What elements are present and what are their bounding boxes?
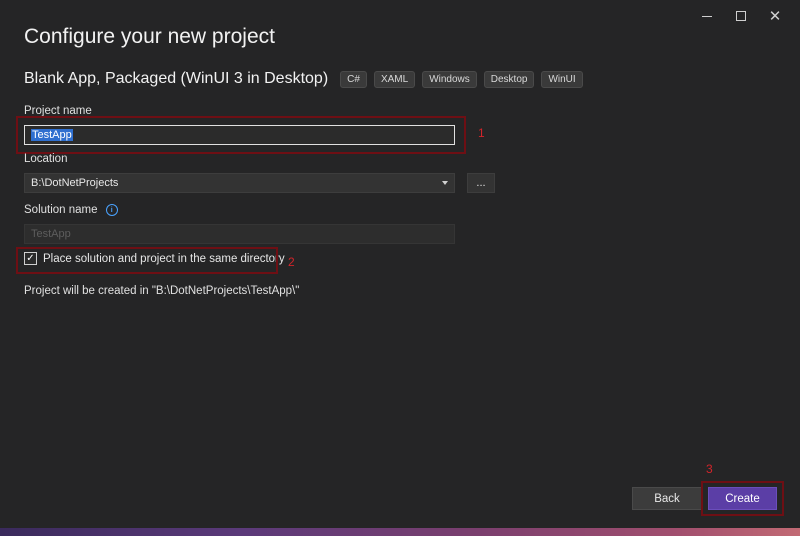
- location-label: Location: [24, 153, 68, 165]
- chevron-down-icon: [442, 181, 448, 185]
- desktop-wallpaper-strip: [0, 528, 800, 536]
- highlight-box-3: [701, 481, 784, 516]
- tag-csharp: C#: [340, 70, 367, 88]
- browse-button[interactable]: ...: [467, 173, 495, 193]
- back-button[interactable]: Back: [632, 487, 702, 510]
- tag-xaml: XAML: [373, 70, 416, 88]
- solution-name-input: TestApp: [24, 224, 455, 244]
- tag-desktop: Desktop: [483, 70, 535, 88]
- minimize-icon[interactable]: [690, 6, 724, 26]
- step-number-3: 3: [706, 462, 713, 476]
- page-title: Configure your new project: [24, 25, 275, 48]
- tag-windows: Windows: [422, 70, 477, 88]
- tag-winui: WinUI: [541, 70, 583, 88]
- solution-name-value: TestApp: [31, 228, 71, 240]
- project-path-note: Project will be created in "B:\DotNetPro…: [24, 285, 300, 297]
- location-dropdown[interactable]: B:\DotNetProjects: [24, 173, 455, 193]
- configure-project-dialog: ✕ Configure your new project Blank App, …: [0, 0, 800, 528]
- step-number-1: 1: [478, 126, 485, 140]
- solution-name-label: Solution name: [24, 204, 98, 217]
- highlight-box-2: [16, 247, 278, 274]
- location-value: B:\DotNetProjects: [31, 177, 119, 189]
- template-header: Blank App, Packaged (WinUI 3 in Desktop)…: [24, 70, 590, 88]
- template-name: Blank App, Packaged (WinUI 3 in Desktop): [24, 70, 329, 87]
- highlight-box-1: [16, 116, 466, 154]
- maximize-icon[interactable]: [724, 6, 758, 26]
- info-icon[interactable]: i: [105, 204, 118, 216]
- solution-name-label-row: Solution name i: [24, 204, 118, 216]
- close-icon[interactable]: ✕: [758, 6, 792, 26]
- window-controls: ✕: [690, 6, 792, 26]
- step-number-2: 2: [288, 255, 295, 269]
